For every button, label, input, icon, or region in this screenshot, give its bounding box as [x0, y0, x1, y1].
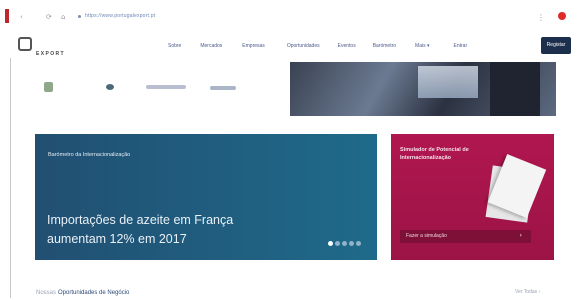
simulator-title: Simulador de Potencial de Internacionali…: [400, 147, 469, 161]
back-icon[interactable]: ‹: [20, 13, 23, 21]
carousel-dot[interactable]: [342, 241, 347, 246]
carousel-dot[interactable]: [349, 241, 354, 246]
photo-window-shape: [418, 66, 478, 98]
register-button[interactable]: Registar: [541, 37, 571, 54]
section-heading: Nossas Oportunidades de Negócio: [36, 290, 129, 296]
nav-item-entrar[interactable]: Entrar: [454, 43, 468, 49]
browser-toolbar: ‹ ⟳ ⌂ https://www.portugalexport.pt ⋮: [0, 0, 583, 30]
secure-lock-icon: [78, 15, 81, 18]
nav-item-empresas[interactable]: Empresas: [242, 43, 265, 49]
news-carousel[interactable]: Barómetro da Internacionalização Importa…: [35, 134, 377, 260]
nav-item-oportunidades[interactable]: Oportunidades: [287, 43, 320, 49]
nav-item-sobre[interactable]: Sobre: [168, 43, 181, 49]
partner-logo-3-icon[interactable]: [146, 85, 186, 89]
start-simulation-button[interactable]: Fazer a simulação ›: [400, 230, 531, 243]
simulator-card: Simulador de Potencial de Internacionali…: [391, 134, 554, 260]
carousel-dot[interactable]: [335, 241, 340, 246]
record-indicator-icon: [558, 12, 566, 20]
browser-menu-icon[interactable]: ⋮: [537, 13, 545, 22]
see-all-link[interactable]: Ver Todas ›: [515, 289, 540, 295]
partner-logo-4-icon[interactable]: [210, 86, 236, 90]
carousel-category-label: Barómetro da Internacionalização: [48, 152, 131, 158]
carousel-dots: [328, 241, 363, 246]
simulation-button-label: Fazer a simulação: [406, 233, 447, 239]
carousel-dot[interactable]: [328, 241, 333, 246]
main-navigation: Sobre Mercados Empresas Oportunidades Ev…: [168, 43, 484, 49]
carousel-headline[interactable]: Importações de azeite em França aumentam…: [47, 211, 287, 249]
header-photo: [290, 62, 556, 116]
nav-item-mercados[interactable]: Mercados: [200, 43, 222, 49]
site-logo-icon[interactable]: [18, 37, 32, 51]
photo-frame-shape: [490, 62, 540, 116]
reload-icon[interactable]: ⟳: [46, 13, 52, 21]
chevron-right-icon: ›: [519, 232, 522, 239]
home-icon[interactable]: ⌂: [61, 13, 65, 21]
site-logo-text[interactable]: EXPORT: [36, 51, 65, 57]
window-edge-marker: [5, 9, 9, 23]
partner-logo-1-icon[interactable]: [44, 82, 53, 92]
carousel-dot[interactable]: [356, 241, 361, 246]
section-heading-title: Oportunidades de Negócio: [58, 290, 130, 296]
page-edge-line: [10, 58, 11, 298]
section-heading-prefix: Nossas: [36, 290, 57, 296]
partner-logo-2-icon[interactable]: [106, 84, 114, 90]
nav-item-barometro[interactable]: Barómetro: [373, 43, 396, 49]
nav-item-more[interactable]: Mais ▾: [415, 43, 429, 49]
address-bar[interactable]: https://www.portugalexport.pt: [85, 13, 155, 19]
nav-item-eventos[interactable]: Eventos: [338, 43, 356, 49]
